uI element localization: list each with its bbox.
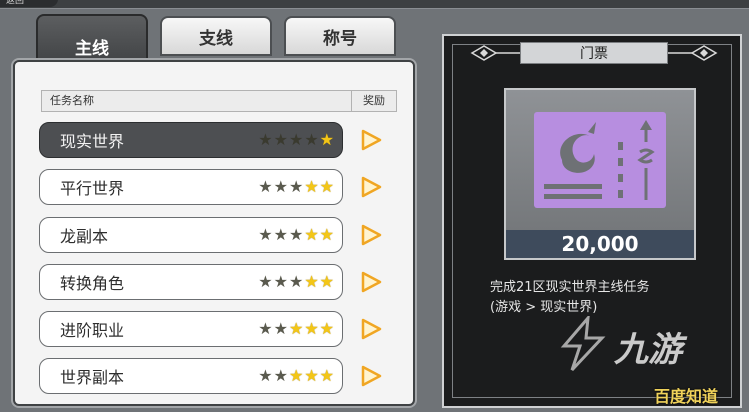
quest-name: 龙副本 <box>60 227 109 246</box>
difficulty-stars: ★ ★ ★ ★ ★ <box>258 227 334 243</box>
play-arrow-icon[interactable] <box>360 224 382 246</box>
watermark-logo-icon <box>560 316 606 372</box>
ticket-desc-line2: (游戏 > 现实世界) <box>490 300 598 315</box>
quest-row[interactable]: 进阶职业 ★ ★ ★ ★ ★ <box>39 311 343 347</box>
watermark-bottom: 百度知道 <box>654 387 719 406</box>
star-empty-icon: ★ <box>258 225 273 244</box>
difficulty-stars: ★ ★ ★ ★ ★ <box>258 132 334 148</box>
star-empty-icon: ★ <box>258 319 273 338</box>
difficulty-stars: ★ ★ ★ ★ ★ <box>258 368 334 384</box>
difficulty-stars: ★ ★ ★ ★ ★ <box>258 179 334 195</box>
star-empty-icon: ★ <box>288 225 304 244</box>
watermark-text: 九游 <box>614 330 682 370</box>
star-filled-icon: ★ <box>319 225 334 244</box>
star-filled-icon: ★ <box>304 225 319 244</box>
ticket-desc-line1: 完成21区现实世界主线任务 <box>490 280 650 295</box>
star-filled-icon: ★ <box>319 177 334 196</box>
star-filled-icon: ★ <box>319 130 334 149</box>
star-empty-icon: ★ <box>273 366 288 385</box>
tab-main-label: 主线 <box>75 39 109 59</box>
tab-side-label: 支线 <box>199 28 233 49</box>
star-empty-icon: ★ <box>273 130 288 149</box>
ticket-icon <box>534 112 666 208</box>
star-filled-icon: ★ <box>288 366 304 385</box>
star-filled-icon: ★ <box>319 366 334 385</box>
star-filled-icon: ★ <box>319 272 334 291</box>
quest-row[interactable]: 龙副本 ★ ★ ★ ★ ★ <box>39 217 343 253</box>
star-filled-icon: ★ <box>288 319 304 338</box>
quest-row[interactable]: 转换角色 ★ ★ ★ ★ ★ <box>39 264 343 300</box>
difficulty-stars: ★ ★ ★ ★ ★ <box>258 321 334 337</box>
column-header-name: 任务名称 <box>41 90 356 112</box>
quest-name: 现实世界 <box>60 132 125 151</box>
star-empty-icon: ★ <box>258 272 273 291</box>
star-empty-icon: ★ <box>288 272 304 291</box>
star-filled-icon: ★ <box>319 319 334 338</box>
quest-name: 进阶职业 <box>60 321 125 340</box>
quest-name: 转换角色 <box>60 274 125 293</box>
quest-name: 世界副本 <box>60 368 125 387</box>
star-empty-icon: ★ <box>304 130 319 149</box>
star-empty-icon: ★ <box>258 366 273 385</box>
play-arrow-icon[interactable] <box>360 271 382 293</box>
star-filled-icon: ★ <box>304 319 319 338</box>
ticket-amount: 20,000 <box>506 230 694 258</box>
ticket-header: 门票 <box>520 42 668 64</box>
quest-row[interactable]: 平行世界 ★ ★ ★ ★ ★ <box>39 169 343 205</box>
tab-title-label: 称号 <box>323 28 357 49</box>
play-arrow-icon[interactable] <box>360 365 382 387</box>
star-filled-icon: ★ <box>304 177 319 196</box>
star-empty-icon: ★ <box>258 177 273 196</box>
play-arrow-icon[interactable] <box>360 176 382 198</box>
top-bar: 返回 <box>0 0 749 9</box>
play-arrow-icon[interactable] <box>360 129 382 151</box>
ticket-card: 20,000 <box>504 88 696 260</box>
star-empty-icon: ★ <box>273 319 288 338</box>
quest-name: 平行世界 <box>60 179 125 198</box>
ticket-art <box>506 90 694 230</box>
star-empty-icon: ★ <box>288 177 304 196</box>
tab-side[interactable]: 支线 <box>160 16 272 56</box>
star-empty-icon: ★ <box>273 177 288 196</box>
ornament-right-icon <box>668 45 718 61</box>
column-header-reward[interactable]: 奖励 <box>351 90 397 112</box>
title-tag[interactable]: 返回 <box>0 0 58 7</box>
play-arrow-icon[interactable] <box>360 318 382 340</box>
tab-title[interactable]: 称号 <box>284 16 396 56</box>
star-empty-icon: ★ <box>258 130 273 149</box>
ornament-left-icon <box>470 45 520 61</box>
star-empty-icon: ★ <box>288 130 304 149</box>
star-empty-icon: ★ <box>273 225 288 244</box>
star-empty-icon: ★ <box>273 272 288 291</box>
star-filled-icon: ★ <box>304 366 319 385</box>
difficulty-stars: ★ ★ ★ ★ ★ <box>258 274 334 290</box>
quest-row[interactable]: 世界副本 ★ ★ ★ ★ ★ <box>39 358 343 394</box>
quest-row[interactable]: 现实世界 ★ ★ ★ ★ ★ <box>39 122 343 158</box>
star-filled-icon: ★ <box>304 272 319 291</box>
ticket-description: 完成21区现实世界主线任务 (游戏 > 现实世界) <box>490 278 720 318</box>
